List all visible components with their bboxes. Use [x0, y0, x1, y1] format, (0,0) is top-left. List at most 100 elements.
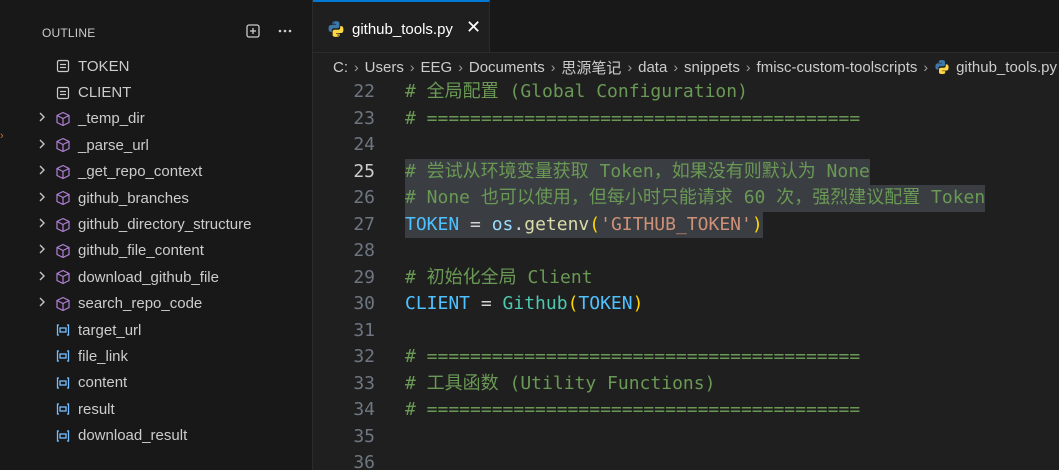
constant-icon	[55, 85, 71, 101]
code-token: TOKEN	[405, 213, 460, 235]
code-text: # ======================================…	[405, 344, 860, 371]
collapse-all-button[interactable]	[242, 20, 264, 42]
code-line[interactable]: 32 # ====================================…	[313, 344, 1059, 371]
breadcrumb-segment[interactable]: data	[638, 59, 667, 76]
outline-sidebar: OUTLINE TOKEN CLIENT _temp_dir _parse_url _g…	[20, 0, 313, 470]
line-number: 30	[353, 293, 375, 314]
python-file-icon	[934, 59, 950, 75]
code-line[interactable]: 28	[313, 238, 1059, 265]
code-line[interactable]: 30 CLIENT = Github(TOKEN)	[313, 291, 1059, 318]
outline-item[interactable]: target_url	[20, 317, 312, 343]
code-line[interactable]: 31	[313, 318, 1059, 345]
outline-item-label: _temp_dir	[78, 110, 145, 128]
more-actions-button[interactable]	[274, 20, 296, 42]
breadcrumb: C: › Users › EEG › Documents › 思源笔记 › data › snippet…	[313, 53, 1059, 81]
code-line[interactable]: 29 # 初始化全局 Client	[313, 265, 1059, 292]
outline-item[interactable]: github_branches	[20, 185, 312, 211]
code-token: # ======================================…	[405, 399, 861, 420]
code-text: # 工具函数 (Utility Functions)	[405, 371, 715, 398]
code-token: # 初始化全局 Client	[405, 266, 593, 288]
breadcrumb-segment[interactable]: snippets	[684, 59, 740, 76]
code-line[interactable]: 24	[313, 132, 1059, 159]
outline-item[interactable]: _temp_dir	[20, 106, 312, 132]
outline-item-label: file_link	[78, 347, 129, 365]
variable-icon	[55, 322, 71, 338]
chevron-right-icon[interactable]	[36, 164, 48, 179]
outline-item[interactable]: download_result	[20, 422, 312, 448]
breadcrumb-separator-icon: ›	[745, 59, 751, 75]
line-number: 34	[353, 399, 375, 420]
code-token: )	[632, 293, 644, 314]
breadcrumb-segment[interactable]: C:	[333, 59, 348, 76]
outline-item[interactable]: github_directory_structure	[20, 211, 312, 237]
method-icon	[55, 243, 71, 259]
code-line[interactable]: 25 # 尝试从环境变量获取 Token，如果没有则默认为 None	[313, 158, 1059, 185]
line-number: 35	[353, 425, 375, 447]
outline-item[interactable]: file_link	[20, 343, 312, 369]
outline-item-label: github_directory_structure	[78, 216, 252, 234]
chevron-right-icon[interactable]	[36, 243, 48, 258]
code-text: CLIENT = Github(TOKEN)	[405, 291, 643, 318]
tab-github-tools[interactable]: github_tools.py ✕	[313, 0, 490, 52]
breadcrumb-segment[interactable]: 思源笔记	[561, 57, 621, 78]
code-line[interactable]: 36	[313, 450, 1059, 470]
method-icon	[55, 217, 71, 233]
code-line[interactable]: 26 # None 也可以使用，但每小时只能请求 60 次，强烈建议配置 Toke…	[313, 185, 1059, 212]
breadcrumb-segment[interactable]: Users	[365, 59, 404, 76]
breadcrumb-separator-icon: ›	[458, 59, 463, 75]
breadcrumb-segment[interactable]: github_tools.py	[956, 59, 1057, 76]
code-editor[interactable]: 22 # 全局配置 (Global Configuration) 23 # =====…	[313, 79, 1059, 470]
outline-item[interactable]: TOKEN	[20, 53, 312, 79]
chevron-right-icon[interactable]	[36, 296, 48, 311]
code-token: # ======================================…	[405, 107, 861, 129]
outline-item[interactable]: result	[20, 396, 312, 422]
code-token: CLIENT	[405, 293, 471, 314]
outline-item[interactable]: content	[20, 370, 312, 396]
outline-item[interactable]: download_github_file	[20, 264, 312, 290]
chevron-right-icon[interactable]	[36, 111, 48, 126]
outline-item[interactable]: search_repo_code	[20, 291, 312, 317]
outline-item-label: download_github_file	[78, 268, 219, 286]
code-token: (	[589, 213, 601, 235]
code-token: =	[470, 293, 503, 314]
breadcrumb-separator-icon: ›	[550, 59, 556, 75]
variable-icon	[55, 375, 71, 391]
activity-badge-icon: ›	[0, 130, 4, 142]
constant-icon	[55, 58, 71, 74]
code-line[interactable]: 23 # ====================================…	[313, 106, 1059, 133]
code-token: # None 也可以使用，但每小时只能请求 60 次，强烈建议配置 Token	[405, 187, 986, 208]
ellipsis-icon	[278, 29, 292, 33]
chevron-right-icon[interactable]	[36, 217, 48, 232]
breadcrumb-segment[interactable]: Documents	[469, 59, 545, 76]
close-tab-icon[interactable]: ✕	[466, 17, 481, 38]
code-token: .	[513, 213, 525, 235]
chevron-right-icon[interactable]	[36, 270, 48, 285]
chevron-right-icon[interactable]	[36, 191, 48, 206]
line-number: 32	[353, 346, 375, 367]
code-token: # 工具函数 (Utility Functions)	[405, 372, 716, 394]
code-line[interactable]: 35	[313, 424, 1059, 451]
line-number: 31	[353, 319, 375, 341]
tab-bar: github_tools.py ✕	[313, 0, 1059, 53]
line-number: 22	[353, 81, 375, 102]
code-token: # 全局配置 (Global Configuration)	[405, 81, 748, 102]
code-line[interactable]: 27 TOKEN = os.getenv('GITHUB_TOKEN')	[313, 211, 1059, 238]
outline-item[interactable]: github_file_content	[20, 238, 312, 264]
line-number: 23	[353, 107, 375, 129]
outline-item[interactable]: CLIENT	[20, 79, 312, 105]
breadcrumb-separator-icon: ›	[627, 59, 633, 75]
code-line[interactable]: 33 # 工具函数 (Utility Functions)	[313, 371, 1059, 398]
code-text: # 全局配置 (Global Configuration)	[405, 79, 748, 106]
breadcrumb-segment[interactable]: EEG	[421, 59, 453, 76]
outline-item[interactable]: _get_repo_context	[20, 159, 312, 185]
method-icon	[55, 190, 71, 206]
method-icon	[55, 137, 71, 153]
chevron-right-icon[interactable]	[36, 138, 48, 153]
breadcrumb-segment[interactable]: fmisc-custom-toolscripts	[757, 59, 918, 76]
code-line[interactable]: 22 # 全局配置 (Global Configuration)	[313, 79, 1059, 106]
code-line[interactable]: 34 # ====================================…	[313, 397, 1059, 424]
outline-item[interactable]: _parse_url	[20, 132, 312, 158]
code-text: # None 也可以使用，但每小时只能请求 60 次，强烈建议配置 Token	[405, 185, 986, 212]
line-number: 26	[353, 187, 375, 208]
variable-icon	[55, 428, 71, 444]
